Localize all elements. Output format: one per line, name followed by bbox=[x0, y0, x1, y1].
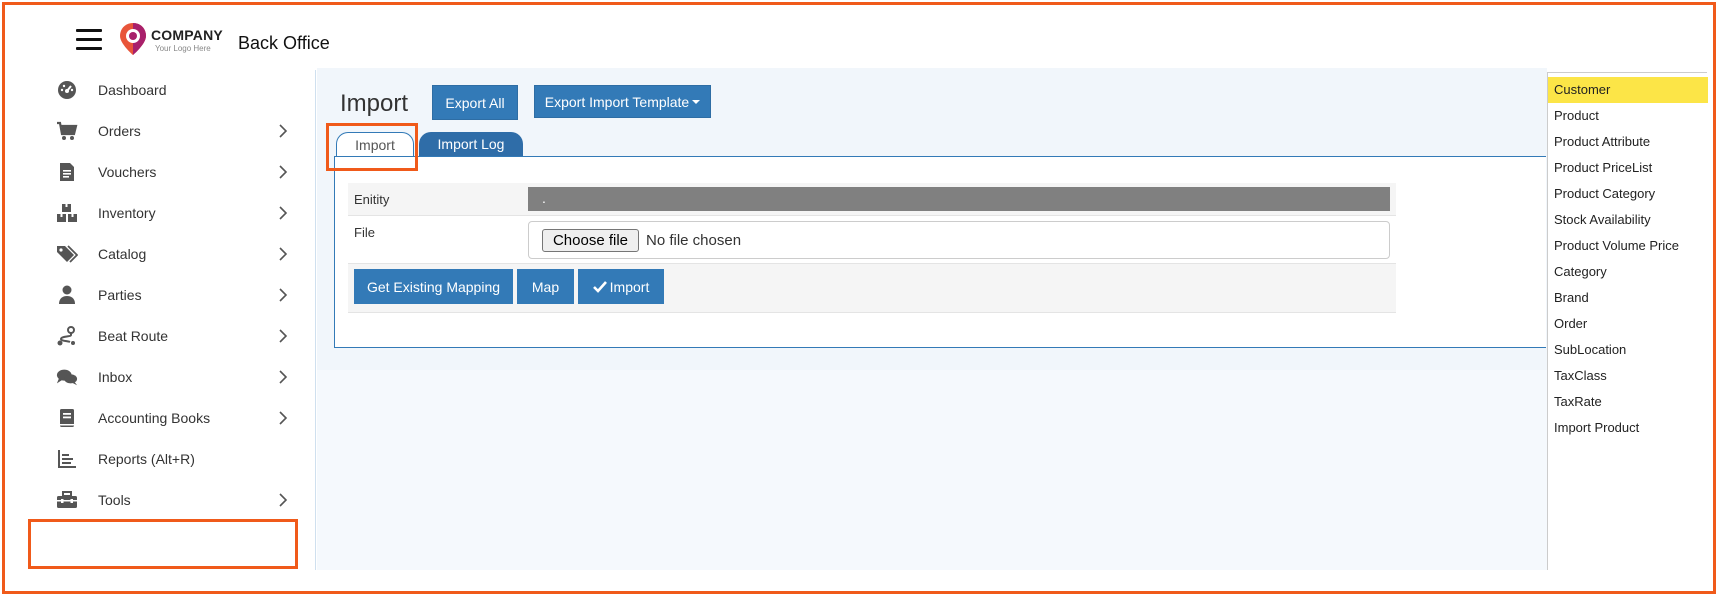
dropdown-option[interactable]: Order bbox=[1548, 311, 1708, 337]
chevron-right-icon bbox=[279, 247, 288, 261]
sidebar-item-label: Accounting Books bbox=[98, 410, 211, 426]
sidebar: Dashboard Orders Vouchers Inventory Cata… bbox=[44, 70, 316, 570]
dropdown-option[interactable]: Customer bbox=[1548, 77, 1708, 103]
dropdown-option[interactable]: TaxRate bbox=[1548, 389, 1708, 415]
sidebar-item-dashboard[interactable]: Dashboard bbox=[44, 70, 316, 110]
sidebar-item-label: Tools bbox=[98, 492, 131, 508]
sidebar-item-label: Orders bbox=[98, 123, 141, 139]
check-icon bbox=[592, 280, 607, 293]
dropdown-option[interactable]: Category bbox=[1548, 259, 1708, 285]
document-icon bbox=[56, 161, 78, 183]
company-name: COMPANY bbox=[151, 27, 223, 43]
sidebar-item-beat-route[interactable]: Beat Route bbox=[44, 316, 316, 356]
dropdown-option[interactable]: TaxClass bbox=[1548, 363, 1708, 389]
file-input[interactable]: Choose file No file chosen bbox=[528, 221, 1390, 259]
entity-select[interactable]: . bbox=[528, 187, 1390, 211]
chevron-right-icon bbox=[279, 411, 288, 425]
sidebar-item-inventory[interactable]: Inventory bbox=[44, 193, 316, 233]
caret-down-icon bbox=[692, 99, 701, 104]
import-button[interactable]: Import bbox=[578, 269, 664, 304]
sidebar-item-orders[interactable]: Orders bbox=[44, 111, 316, 151]
export-all-label: Export All bbox=[445, 94, 505, 111]
entity-label: Enitity bbox=[354, 192, 390, 207]
sidebar-item-accounting-books[interactable]: Accounting Books bbox=[44, 398, 316, 438]
dropdown-option[interactable]: Product Volume Price bbox=[1548, 233, 1708, 259]
sidebar-item-vouchers[interactable]: Vouchers bbox=[44, 152, 316, 192]
chat-icon bbox=[56, 366, 78, 388]
sidebar-item-label: Catalog bbox=[98, 246, 147, 262]
dropdown-option[interactable]: Product PriceList bbox=[1548, 155, 1708, 181]
chevron-right-icon bbox=[279, 329, 288, 343]
sidebar-item-label: Beat Route bbox=[98, 328, 169, 344]
sidebar-item-inbox[interactable]: Inbox bbox=[44, 357, 316, 397]
cart-icon bbox=[56, 120, 78, 142]
dropdown-option[interactable]: Stock Availability bbox=[1548, 207, 1708, 233]
sidebar-item-label: Parties bbox=[98, 287, 142, 303]
sidebar-item-label: Inbox bbox=[98, 369, 133, 385]
person-icon bbox=[56, 284, 78, 306]
main-content-lower bbox=[317, 370, 1547, 570]
sidebar-item-tools[interactable]: Tools bbox=[44, 480, 316, 520]
export-all-button[interactable]: Export All bbox=[432, 85, 518, 120]
chevron-right-icon bbox=[279, 124, 288, 138]
file-label: File bbox=[354, 225, 375, 240]
toolbox-icon bbox=[56, 489, 78, 511]
hamburger-menu-icon[interactable] bbox=[76, 29, 102, 51]
boxes-icon bbox=[56, 202, 78, 224]
app-title: Back Office bbox=[238, 33, 330, 53]
entity-dropdown-list: Customer Product Product Attribute Produ… bbox=[1547, 72, 1708, 570]
dropdown-option[interactable]: Product Category bbox=[1548, 181, 1708, 207]
company-logo-icon bbox=[120, 23, 146, 55]
dashboard-icon bbox=[56, 79, 78, 101]
dropdown-option[interactable]: Product bbox=[1548, 103, 1708, 129]
actions-row: Get Existing Mapping Map Import bbox=[348, 264, 1396, 313]
tab-import[interactable]: Import bbox=[336, 132, 414, 156]
file-row: File Choose file No file chosen bbox=[348, 216, 1396, 264]
map-button[interactable]: Map bbox=[517, 269, 574, 304]
chevron-right-icon bbox=[279, 206, 288, 220]
tags-icon bbox=[56, 243, 78, 265]
sidebar-item-label: Inventory bbox=[98, 205, 156, 221]
dropdown-option[interactable]: SubLocation bbox=[1548, 337, 1708, 363]
export-template-label: Export Import Template bbox=[544, 93, 690, 110]
book-icon bbox=[56, 407, 78, 429]
import-label: Import bbox=[609, 278, 650, 295]
company-tagline: Your Logo Here bbox=[155, 44, 211, 53]
dropdown-option[interactable]: Product Attribute bbox=[1548, 129, 1708, 155]
sidebar-item-reports[interactable]: Reports (Alt+R) bbox=[44, 439, 316, 479]
page-title: Import bbox=[340, 90, 409, 117]
chevron-right-icon bbox=[279, 165, 288, 179]
app-header: COMPANY Your Logo Here Back Office bbox=[0, 0, 1718, 68]
tab-import-log[interactable]: Import Log bbox=[419, 132, 523, 156]
export-import-template-button[interactable]: Export Import Template bbox=[534, 85, 711, 118]
route-icon bbox=[56, 325, 78, 347]
get-existing-mapping-button[interactable]: Get Existing Mapping bbox=[354, 269, 513, 304]
map-label: Map bbox=[531, 278, 560, 295]
chevron-right-icon bbox=[279, 370, 288, 384]
bar-chart-icon bbox=[56, 448, 78, 470]
sidebar-item-label: Reports (Alt+R) bbox=[98, 451, 195, 467]
choose-file-button[interactable]: Choose file bbox=[542, 229, 639, 252]
entity-row: Enitity . bbox=[348, 183, 1396, 216]
sidebar-item-label: Vouchers bbox=[98, 164, 157, 180]
dropdown-option[interactable]: Brand bbox=[1548, 285, 1708, 311]
chevron-right-icon bbox=[279, 493, 288, 507]
sidebar-item-label: Dashboard bbox=[98, 82, 167, 98]
sidebar-item-parties[interactable]: Parties bbox=[44, 275, 316, 315]
get-mapping-label: Get Existing Mapping bbox=[366, 278, 501, 295]
dropdown-option[interactable]: Import Product bbox=[1548, 415, 1708, 441]
chevron-right-icon bbox=[279, 288, 288, 302]
no-file-text: No file chosen bbox=[646, 232, 742, 249]
sidebar-item-catalog[interactable]: Catalog bbox=[44, 234, 316, 274]
